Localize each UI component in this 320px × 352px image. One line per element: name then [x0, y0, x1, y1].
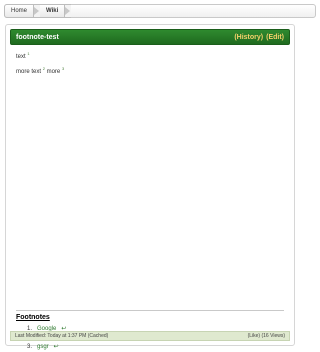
content-text: text [16, 54, 26, 60]
breadcrumb: Home Wiki [4, 4, 72, 18]
footnotes-divider [16, 310, 284, 311]
breadcrumb-home[interactable]: Home [4, 4, 35, 18]
page-title: footnote-test [16, 33, 59, 41]
page-content: text 1 more text 2 more 3 [16, 51, 284, 83]
footnote-ref-2[interactable]: 2 [43, 66, 45, 71]
page-actions: (History) (Edit) [234, 34, 284, 41]
footnote-ref-3[interactable]: 3 [62, 66, 64, 71]
footnote-ref-1[interactable]: 1 [27, 51, 29, 56]
footnote-item: 3. gsgr ↩ [24, 343, 284, 352]
history-link[interactable]: (History) [234, 34, 263, 41]
status-bar: Last Modified: Today at 1:37 PM (Cached)… [10, 331, 290, 341]
like-views-text[interactable]: (Like) (16 Views) [248, 333, 285, 339]
content-line-1: text 1 [16, 51, 284, 61]
content-line-2: more text 2 more 3 [16, 66, 284, 76]
footnotes-heading: Footnotes [16, 314, 50, 321]
return-arrow-icon[interactable]: ↩ [54, 343, 59, 352]
breadcrumb-separator-icon [34, 4, 41, 18]
content-text: more text [16, 69, 42, 75]
breadcrumb-separator-icon [65, 4, 72, 18]
footnote-link[interactable]: gsgr [37, 343, 49, 352]
last-modified-text: Last Modified: Today at 1:37 PM (Cached) [15, 333, 109, 339]
content-text: more [46, 69, 61, 75]
footnote-number: 3. [26, 344, 32, 350]
edit-link[interactable]: (Edit) [266, 34, 284, 41]
breadcrumb-wiki[interactable]: Wiki [40, 4, 66, 18]
page-header: footnote-test (History) (Edit) [10, 29, 290, 45]
wiki-panel: footnote-test (History) (Edit) text 1 mo… [5, 24, 295, 350]
